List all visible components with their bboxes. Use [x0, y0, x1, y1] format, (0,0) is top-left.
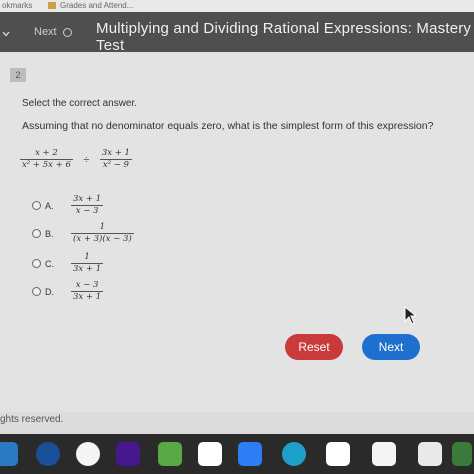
- option-d-label: D.: [45, 286, 54, 297]
- footer: ghts reserved.: [0, 412, 474, 434]
- next-button[interactable]: Next: [362, 334, 420, 360]
- left-fraction: x + 2 x² + 5x + 6: [20, 148, 73, 171]
- option-d-denominator: 3x + 1: [73, 292, 102, 302]
- chevron-down-icon[interactable]: [2, 30, 10, 38]
- copyright-text: ghts reserved.: [0, 414, 64, 425]
- option-c-denominator: 3x + 1: [73, 264, 102, 274]
- radio-b[interactable]: [32, 229, 41, 238]
- option-a[interactable]: A. 3x + 1 x − 3: [32, 194, 104, 217]
- bookmarks-bar: okmarks Grades and Attend...: [0, 0, 474, 12]
- folder-icon: [48, 2, 56, 9]
- docs-app-icon[interactable]: [238, 442, 262, 466]
- right-fraction: 3x + 1 x² − 9: [99, 148, 132, 171]
- option-a-fraction: 3x + 1 x − 3: [71, 194, 104, 217]
- header-next-label: Next: [34, 26, 57, 38]
- grid-app-icon[interactable]: [158, 442, 182, 466]
- bookmarks-label: okmarks: [2, 1, 33, 10]
- d-app-icon[interactable]: [326, 442, 350, 466]
- circle-icon: [62, 27, 72, 37]
- pearson-app-icon[interactable]: [36, 442, 60, 466]
- wave-app-icon[interactable]: [76, 442, 100, 466]
- option-c[interactable]: C. 1 3x + 1: [32, 252, 104, 275]
- radio-c[interactable]: [32, 259, 41, 268]
- option-a-label: A.: [45, 200, 54, 211]
- option-c-numerator: 1: [71, 252, 104, 264]
- option-b-fraction: 1 (x + 3)(x − 3): [71, 222, 134, 245]
- right-numerator: 3x + 1: [99, 148, 132, 160]
- option-d-fraction: x − 3 3x + 1: [71, 280, 104, 303]
- option-a-numerator: 3x + 1: [71, 194, 104, 206]
- option-b[interactable]: B. 1 (x + 3)(x − 3): [32, 222, 134, 245]
- radio-d[interactable]: [32, 287, 41, 296]
- app-icon[interactable]: [418, 442, 442, 466]
- header-next-button[interactable]: Next: [34, 26, 72, 38]
- kahoot-app-icon[interactable]: [116, 442, 140, 466]
- right-denominator: x² − 9: [102, 160, 129, 170]
- question-prompt: Assuming that no denominator equals zero…: [22, 120, 434, 132]
- reset-button[interactable]: Reset: [285, 334, 343, 360]
- question-number: 2: [10, 68, 26, 82]
- radio-a[interactable]: [32, 201, 41, 210]
- expression: x + 2 x² + 5x + 6 ÷ 3x + 1 x² − 9: [20, 148, 132, 171]
- edu-app-icon[interactable]: [282, 442, 306, 466]
- bookmark-grades[interactable]: Grades and Attend...: [60, 1, 133, 10]
- option-d[interactable]: D. x − 3 3x + 1: [32, 280, 104, 303]
- word-app-icon[interactable]: [0, 442, 18, 466]
- option-b-denominator: (x + 3)(x − 3): [73, 234, 132, 244]
- option-b-label: B.: [45, 228, 54, 239]
- drive-app-icon[interactable]: [372, 442, 396, 466]
- taskbar: [0, 434, 474, 474]
- divide-sign: ÷: [83, 153, 90, 166]
- option-b-numerator: 1: [71, 222, 134, 234]
- left-numerator: x + 2: [20, 148, 73, 160]
- option-d-numerator: x − 3: [71, 280, 104, 292]
- page-title: Multiplying and Dividing Rational Expres…: [96, 20, 472, 54]
- option-c-fraction: 1 3x + 1: [71, 252, 104, 275]
- left-denominator: x² + 5x + 6: [22, 160, 71, 170]
- question-panel: 2 Select the correct answer. Assuming th…: [0, 52, 474, 412]
- test-header: Next Multiplying and Dividing Rational E…: [0, 12, 474, 54]
- option-c-label: C.: [45, 258, 54, 269]
- instruction-text: Select the correct answer.: [22, 98, 138, 109]
- gmail-app-icon[interactable]: [198, 442, 222, 466]
- option-a-denominator: x − 3: [75, 206, 99, 216]
- app-icon[interactable]: [452, 442, 472, 466]
- mouse-cursor-icon: [404, 306, 418, 325]
